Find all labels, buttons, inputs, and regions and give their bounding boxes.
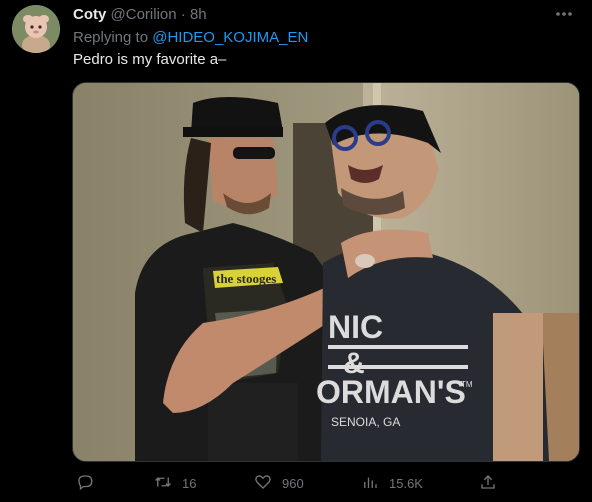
retweet-button[interactable]: 16 (154, 471, 196, 495)
like-count: 960 (282, 475, 304, 491)
views-count: 15.6K (389, 475, 423, 491)
mention-link[interactable]: @HIDEO_KOJIMA_EN (152, 29, 308, 46)
tweet-header: Coty @Corilion · 8h (73, 6, 552, 24)
tweet-photo[interactable]: NIC & ORMAN'S TM SENOIA, GA the stooges (72, 82, 580, 462)
retweet-icon[interactable] (154, 473, 172, 494)
shirt-stooges: the stooges (216, 271, 276, 286)
like-button[interactable]: 960 (254, 471, 304, 495)
display-name[interactable]: Coty (73, 6, 106, 23)
more-options-icon[interactable] (552, 4, 576, 24)
avatar[interactable] (12, 5, 60, 53)
action-bar: 16 960 15.6K (72, 471, 578, 495)
timestamp[interactable]: 8h (190, 6, 207, 23)
views-button[interactable]: 15.6K (361, 471, 423, 495)
shirt-nic: NIC (328, 309, 383, 345)
shirt-ormans: ORMAN'S (316, 374, 466, 410)
shirt-senoia: SENOIA, GA (331, 415, 400, 429)
views-icon[interactable] (361, 473, 379, 494)
reply-icon[interactable] (76, 473, 94, 494)
reply-button[interactable] (76, 471, 94, 495)
tweet[interactable]: Coty @Corilion · 8h Replying to @HIDEO_K… (0, 0, 592, 502)
separator-dot: · (180, 6, 186, 23)
share-button[interactable] (479, 471, 497, 495)
heart-icon[interactable] (254, 473, 272, 494)
replying-to: Replying to @HIDEO_KOJIMA_EN (73, 29, 308, 47)
replying-prefix: Replying to (73, 29, 153, 46)
retweet-count: 16 (182, 475, 197, 491)
tweet-text: Pedro is my favorite a– (73, 51, 227, 68)
share-icon[interactable] (479, 473, 497, 494)
user-handle[interactable]: @Corilion (111, 6, 177, 23)
shirt-tm: TM (461, 380, 473, 389)
